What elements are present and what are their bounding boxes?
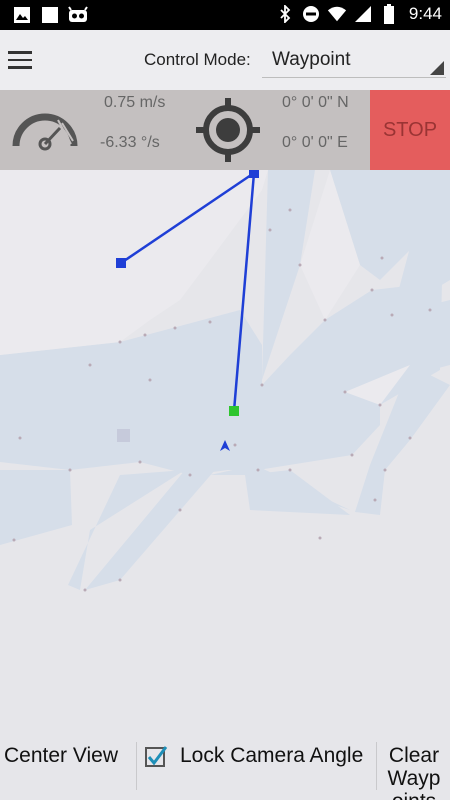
center-view-button[interactable]: Center View bbox=[4, 744, 118, 768]
control-mode-label: Control Mode: bbox=[144, 50, 251, 69]
linear-speed: 0.75 m/s bbox=[104, 94, 166, 111]
divider bbox=[136, 742, 137, 790]
android-debug-icon bbox=[68, 5, 88, 25]
waypoint-marker[interactable] bbox=[249, 168, 259, 178]
status-bar: 9:44 bbox=[0, 0, 450, 30]
robot-marker bbox=[117, 429, 130, 442]
dropdown-arrow-icon bbox=[430, 61, 444, 75]
speedometer-icon bbox=[12, 113, 78, 151]
map-view[interactable] bbox=[0, 168, 450, 740]
occupancy-map[interactable] bbox=[0, 168, 450, 740]
lock-camera-label[interactable]: Lock Camera Angle bbox=[180, 744, 363, 768]
gps-target-icon bbox=[196, 98, 260, 162]
action-bar: Control Mode: Waypoint bbox=[0, 30, 450, 90]
telemetry-panel: 0.75 m/s -6.33 °/s 0° 0' 0" N 0° 0' 0" E… bbox=[0, 90, 450, 170]
do-not-disturb-icon bbox=[301, 4, 321, 24]
lock-camera-checkbox[interactable] bbox=[144, 744, 168, 768]
wifi-icon bbox=[327, 4, 347, 24]
control-mode-value: Waypoint bbox=[272, 49, 351, 70]
bottom-controls: Center View Lock Camera Angle Clear Wayp… bbox=[0, 740, 450, 800]
divider bbox=[376, 742, 377, 790]
longitude-readout: 0° 0' 0" E bbox=[282, 134, 348, 151]
bluetooth-icon bbox=[275, 4, 295, 24]
current-waypoint-marker[interactable] bbox=[229, 406, 239, 416]
cell-signal-icon bbox=[353, 4, 373, 24]
stop-button[interactable]: STOP bbox=[370, 90, 450, 170]
clear-waypoints-button[interactable]: Clear Waypoints bbox=[384, 744, 444, 800]
status-time: 9:44 bbox=[408, 4, 442, 23]
battery-icon bbox=[379, 4, 399, 24]
menu-icon[interactable] bbox=[0, 40, 40, 80]
control-mode-dropdown[interactable]: Waypoint bbox=[262, 44, 446, 78]
waypoint-marker[interactable] bbox=[116, 258, 126, 268]
image-icon bbox=[12, 5, 32, 25]
angular-speed: -6.33 °/s bbox=[100, 134, 160, 151]
latitude-readout: 0° 0' 0" N bbox=[282, 94, 349, 111]
square-icon bbox=[40, 5, 60, 25]
